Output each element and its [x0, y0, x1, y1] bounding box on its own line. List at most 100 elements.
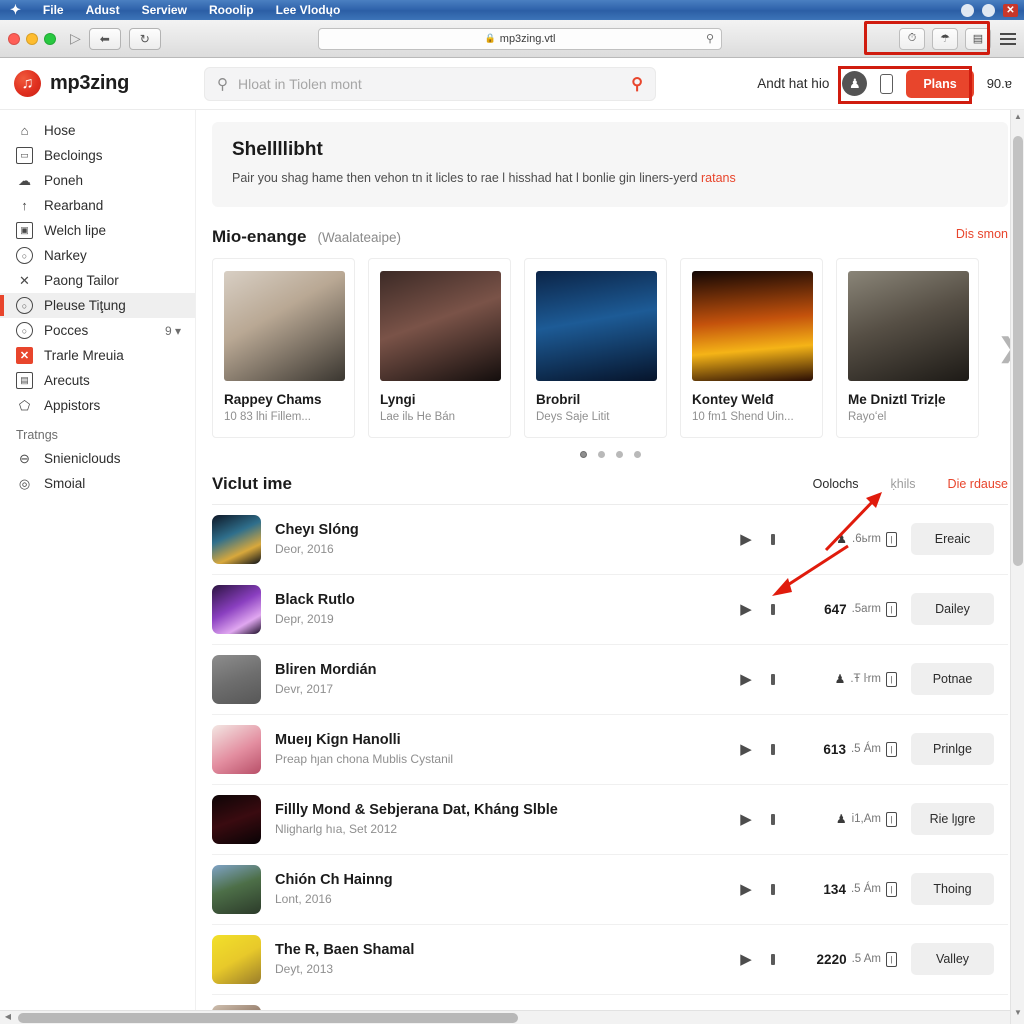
tracklist-filter-hils[interactable]: ḳhils [891, 477, 916, 491]
bell-icon[interactable]: ⚲ [706, 32, 714, 45]
track-action-button[interactable]: Prinlge [911, 733, 994, 765]
table-row[interactable]: Mueıȷ Kign Hanolli Preap hȷan chona Mubli… [212, 713, 1008, 784]
sidebar-item-narkey[interactable]: ○ Narkey [0, 243, 195, 268]
sidebar-item-appistors[interactable]: ⬠ Appistors [0, 393, 195, 418]
back-arrow-icon[interactable]: ⬅ [88, 27, 121, 50]
search-input[interactable] [238, 75, 622, 92]
sidebar-item-arecuts[interactable]: ▤ Arecuts [0, 368, 195, 393]
notice-link[interactable]: ratans [701, 171, 736, 185]
carousel-dot[interactable] [579, 450, 587, 458]
scroll-down-arrow[interactable]: ▼ [1011, 1008, 1024, 1017]
plans-button[interactable]: Plans [906, 69, 974, 98]
mobile-device-icon[interactable] [880, 73, 894, 94]
carousel-card[interactable]: Me Dniztl Trizļe Rayoʻel [836, 257, 979, 438]
carousel-card-title: Rappey Chams [224, 391, 322, 407]
track-action-button[interactable]: Dailey [911, 593, 994, 625]
sidebar-item-paong-tailor[interactable]: ✕ Paong Tailor [0, 268, 195, 293]
user-avatar-icon[interactable]: ♟ [842, 71, 868, 96]
tracklist-filter-oolochs[interactable]: Oolochs [813, 477, 859, 491]
apple-icon[interactable]: ✦ [10, 2, 21, 18]
carousel-dot[interactable] [597, 450, 605, 458]
play-count: 613 [823, 741, 846, 757]
mobile-device-icon[interactable]: | [886, 741, 897, 757]
track-title: Cheyı Slóng [275, 522, 359, 538]
sidebar-toggle-icon[interactable]: ▷ [70, 30, 81, 47]
sidebar-item-smoial[interactable]: ◎ Smoial [0, 471, 195, 496]
mobile-device-icon[interactable]: | [886, 881, 897, 897]
sidebar-item-trarle-mreuia[interactable]: ✕ Trarle Mreuia [0, 343, 195, 368]
table-row[interactable]: Bliren Mordián Devr, 2017 ▶ ♟ .Ŧ ŀrm | Potnae [212, 643, 1008, 714]
carousel-dot[interactable] [615, 450, 623, 458]
locale-label[interactable]: 90.ɐ [987, 76, 1012, 91]
minimize-window-button[interactable] [26, 32, 38, 45]
track-action-button[interactable]: Thoing [911, 873, 994, 905]
horizontal-scrollbar[interactable]: ◀ [0, 1010, 1010, 1024]
clock-icon[interactable] [961, 3, 974, 17]
carousel-card[interactable]: Brobril Deys Saje Litit [524, 257, 667, 438]
play-icon[interactable]: ▶ [735, 740, 757, 758]
close-icon[interactable]: ✕ [1003, 3, 1018, 17]
track-action-button[interactable]: Rie lȷgre [911, 803, 994, 835]
vertical-scrollbar[interactable]: ▲ ▼ [1010, 110, 1024, 1024]
sidebar-item-pleuse-ti-ung[interactable]: ○ Pleuse Tiţung [0, 293, 195, 318]
os-menu-rooolip[interactable]: Rooolip [209, 3, 254, 17]
reload-icon[interactable]: ↻ [128, 27, 161, 50]
track-meta: Mueıȷ Kign Hanolli Preap hȷan chona Mubli… [275, 732, 721, 766]
table-row[interactable]: The R, Baen Shamal Deyt, 2013 ▶ 2220 .5 Am | V… [212, 923, 1008, 994]
vertical-scroll-thumb[interactable] [1013, 136, 1023, 566]
table-row[interactable]: Black Rutlo Depr, 2019 ▶ 647 .5arm | Dailey [212, 573, 1008, 644]
play-icon[interactable]: ▶ [735, 950, 757, 968]
carousel-card[interactable]: Lyngi Lae ilь He Bán [368, 257, 511, 438]
sidebar-item-poneh[interactable]: ☁ Poneh [0, 168, 195, 193]
table-row[interactable]: Cheyı Slóng Deor, 2016 ▶ ♟ .6ьrm | Ereaic [212, 503, 1008, 574]
scroll-left-arrow[interactable]: ◀ [1, 1012, 15, 1021]
os-menu-serview[interactable]: Serview [142, 3, 187, 17]
battery-icon[interactable] [982, 3, 995, 17]
account-label[interactable]: Andt hat hio [757, 76, 829, 91]
shield-icon[interactable]: ☂ [932, 27, 958, 50]
tracklist-filter-die-rdause[interactable]: Die rdause [948, 477, 1008, 491]
search-bar[interactable]: ⚲ ⚲ [204, 66, 656, 101]
mobile-device-icon[interactable]: | [886, 671, 897, 687]
track-action-button[interactable]: Potnae [911, 663, 994, 695]
sidebar-item-pocces[interactable]: ○ Pocces 9 ▾ [0, 318, 195, 343]
track-action-button[interactable]: Valley [911, 943, 994, 975]
carousel-dot[interactable] [633, 450, 641, 458]
track-duration: .5arm [851, 603, 881, 615]
sidebar-item-hose[interactable]: ⌂ Hose [0, 118, 195, 143]
search-submit-icon[interactable]: ⚲ [631, 74, 643, 94]
mobile-device-icon[interactable]: | [886, 811, 897, 827]
play-icon[interactable]: ▶ [735, 880, 757, 898]
os-menu-adust[interactable]: Adust [86, 3, 120, 17]
track-action-button[interactable]: Ereaic [911, 523, 994, 555]
play-icon[interactable]: ▶ [735, 670, 757, 688]
carousel-card[interactable]: Kontey Welđ 10 fm1 Shend Uin... [680, 257, 823, 438]
sidebar-item-becloings[interactable]: ▭ Becloings [0, 143, 195, 168]
sidebar-item-snieniclouds[interactable]: ⊖ Snieniclouds [0, 446, 195, 471]
play-icon[interactable]: ▶ [735, 530, 757, 548]
carousel-see-more-link[interactable]: Dis smon [956, 227, 1008, 241]
close-window-button[interactable] [8, 32, 20, 45]
play-icon[interactable]: ▶ [735, 810, 757, 828]
sidebar-item-rearband[interactable]: ↑ Rearband [0, 193, 195, 218]
sidebar-item-label: Smoial [44, 476, 86, 491]
os-menu-file[interactable]: File [43, 3, 64, 17]
clock-icon[interactable]: ⏱ [899, 27, 925, 50]
mobile-device-icon[interactable]: | [886, 951, 897, 967]
table-row[interactable]: Fillly Mond & Sebjerana Dat, Kháng Slble… [212, 783, 1008, 854]
hamburger-menu-icon[interactable] [1000, 32, 1016, 45]
zoom-window-button[interactable] [44, 32, 56, 45]
play-icon[interactable]: ▶ [735, 600, 757, 618]
sidebar-item-welch-lipe[interactable]: ▣ Welch lipe [0, 218, 195, 243]
address-bar[interactable]: 🔒 mp3zing.vtl ⚲ [318, 27, 722, 50]
tracklist-title: Viclut ime [212, 473, 292, 493]
scroll-up-arrow[interactable]: ▲ [1011, 112, 1024, 121]
brand[interactable]: ♫ mp3zing [14, 70, 204, 97]
carousel-card[interactable]: Rappey Chams 10 83 lhi Fillem... [212, 257, 355, 438]
mobile-device-icon[interactable]: | [886, 601, 897, 617]
os-menu-lee-vlodugo[interactable]: Lee Vlodųo [276, 3, 341, 17]
table-row[interactable]: Chión Ch Hainng Lont, 2016 ▶ 134 .5 Ám | Thoin… [212, 853, 1008, 924]
mobile-device-icon[interactable]: | [886, 531, 897, 547]
horizontal-scroll-thumb[interactable] [18, 1013, 518, 1023]
tabs-icon[interactable]: ▤ [965, 27, 991, 50]
